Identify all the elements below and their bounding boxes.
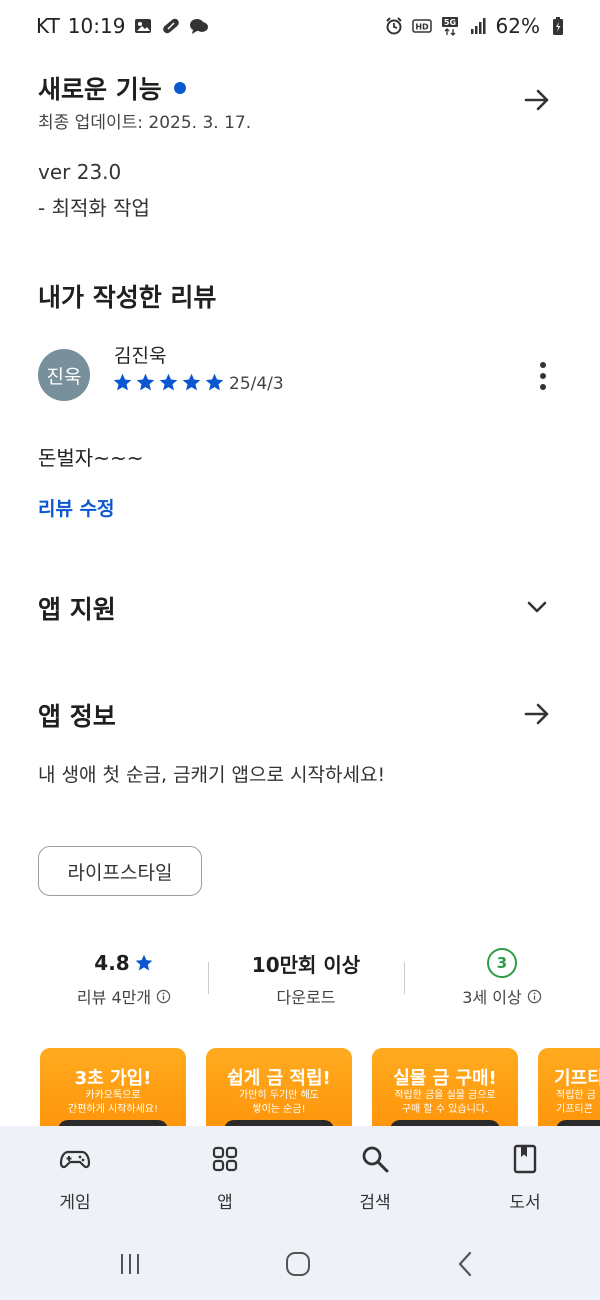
screenshot-title: 기프티 — [554, 1068, 600, 1089]
app-info-title: 앱 정보 — [38, 702, 116, 731]
app-info-arrow-button[interactable] — [517, 694, 557, 734]
status-bar: KT 10:19 HD 5G 62% — [0, 0, 600, 54]
carrier-label: KT — [36, 14, 60, 38]
age-rating-badge: 3 — [487, 948, 517, 978]
pill-icon — [161, 16, 181, 36]
apps-grid-icon — [208, 1142, 242, 1176]
my-review-title: 내가 작성한 리뷰 — [38, 283, 217, 312]
system-navigation-bar — [0, 1230, 600, 1300]
avatar-initials: 진욱 — [46, 365, 82, 388]
star-icon — [158, 372, 179, 393]
screenshot-subtitle: 적립한 금을 실물 금으로 구매 할 수 있습니다. — [394, 1090, 496, 1115]
review-more-options-button[interactable] — [525, 356, 561, 396]
alarm-icon — [384, 16, 404, 36]
screenshot-subtitle: 적립한 금 기프티콘 — [556, 1090, 596, 1115]
age-rating-label: 3세 이상 — [462, 988, 522, 1007]
bottom-navigation: 게임 앱 검색 도서 — [0, 1126, 600, 1230]
last-updated-label: 최종 업데이트: 2025. 3. 17. — [38, 113, 252, 133]
review-text: 돈벌자~~~ — [38, 446, 144, 470]
whats-new-header: 새로운 기능 — [38, 70, 186, 106]
more-vert-icon-dot — [540, 373, 546, 379]
review-rating-stars — [112, 372, 225, 393]
screenshot-subtitle: 카카오톡으로 간편하게 시작하세요! — [68, 1090, 158, 1115]
more-vert-icon-dot — [540, 384, 546, 390]
info-icon[interactable] — [527, 989, 542, 1004]
gamepad-icon — [58, 1142, 92, 1176]
review-author: 김진욱 — [114, 345, 167, 367]
book-icon — [508, 1142, 542, 1176]
version-label: ver 23.0 — [38, 160, 122, 184]
screenshot-carousel[interactable]: 3초 가입! 카카오톡으로 간편하게 시작하세요! 쉽게 금 적립! 가만히 두… — [40, 1048, 600, 1126]
downloads-stat: 10만회 이상 다운로드 — [208, 946, 404, 1008]
nav-label-games: 게임 — [59, 1193, 91, 1213]
avatar: 진욱 — [38, 349, 90, 401]
star-icon — [204, 372, 225, 393]
new-indicator-dot — [173, 82, 186, 94]
hd-icon: HD — [411, 16, 432, 36]
home-icon — [286, 1252, 310, 1276]
screenshot-title: 실물 금 구매! — [393, 1068, 497, 1089]
nav-item-apps[interactable]: 앱 — [150, 1126, 300, 1230]
star-icon — [112, 372, 133, 393]
app-description: 내 생애 첫 순금, 금캐기 앱으로 시작하세요! — [38, 764, 386, 786]
signal-icon — [468, 16, 488, 36]
recents-icon — [121, 1254, 139, 1274]
info-icon[interactable] — [156, 989, 171, 1004]
back-icon — [458, 1251, 472, 1277]
star-icon — [181, 372, 202, 393]
review-date: 25/4/3 — [229, 374, 284, 394]
screenshot-title: 쉽게 금 적립! — [227, 1068, 331, 1089]
rating-count-label: 리뷰 4만개 — [76, 988, 152, 1007]
screenshot-title: 3초 가입! — [74, 1068, 152, 1089]
chevron-down-icon — [527, 601, 547, 613]
more-vert-icon — [540, 362, 546, 368]
app-support-title: 앱 지원 — [38, 595, 116, 624]
rating-value: 4.8 — [94, 951, 130, 975]
screenshot-card[interactable]: 기프티 적립한 금 기프티콘 — [538, 1048, 600, 1126]
star-icon — [134, 953, 154, 973]
nav-item-books[interactable]: 도서 — [450, 1126, 600, 1230]
screenshot-card[interactable]: 3초 가입! 카카오톡으로 간편하게 시작하세요! — [40, 1048, 186, 1126]
edit-review-link[interactable]: 리뷰 수정 — [38, 494, 115, 521]
screenshot-card[interactable]: 실물 금 구매! 적립한 금을 실물 금으로 구매 할 수 있습니다. — [372, 1048, 518, 1126]
arrow-right-icon — [524, 703, 549, 725]
battery-percent: 62% — [495, 14, 540, 38]
category-chip[interactable]: 라이프스타일 — [38, 846, 202, 896]
rating-stat[interactable]: 4.8 리뷰 4만개 — [26, 946, 222, 1008]
nav-item-games[interactable]: 게임 — [0, 1126, 150, 1230]
recents-button[interactable] — [110, 1246, 150, 1282]
release-notes: - 최적화 작업 — [38, 196, 150, 220]
downloads-value: 10만회 이상 — [251, 952, 361, 977]
whats-new-title: 새로운 기능 — [38, 75, 162, 104]
svg-text:5G: 5G — [443, 18, 455, 27]
star-icon — [135, 372, 156, 393]
chat-icon — [189, 16, 209, 36]
time-label: 10:19 — [67, 14, 126, 38]
gallery-icon — [133, 16, 153, 36]
home-button[interactable] — [278, 1246, 318, 1282]
nav-label-search: 검색 — [359, 1193, 391, 1213]
search-icon — [358, 1142, 392, 1176]
arrow-right-icon — [524, 89, 549, 111]
whats-new-arrow-button[interactable] — [517, 80, 557, 120]
screenshot-card[interactable]: 쉽게 금 적립! 가만히 두기만 해도 쌓이는 순금! — [206, 1048, 352, 1126]
battery-icon — [548, 16, 568, 36]
nav-label-apps: 앱 — [217, 1193, 233, 1213]
app-support-expand-button[interactable] — [517, 587, 557, 627]
nav-label-books: 도서 — [509, 1193, 541, 1213]
age-rating-stat[interactable]: 3 3세 이상 — [404, 946, 600, 1008]
back-button[interactable] — [446, 1246, 486, 1282]
downloads-label: 다운로드 — [276, 988, 336, 1007]
svg-text:HD: HD — [415, 23, 429, 32]
screenshot-subtitle: 가만히 두기만 해도 쌓이는 순금! — [239, 1090, 319, 1115]
nav-item-search[interactable]: 검색 — [300, 1126, 450, 1230]
5g-icon: 5G — [440, 16, 460, 36]
